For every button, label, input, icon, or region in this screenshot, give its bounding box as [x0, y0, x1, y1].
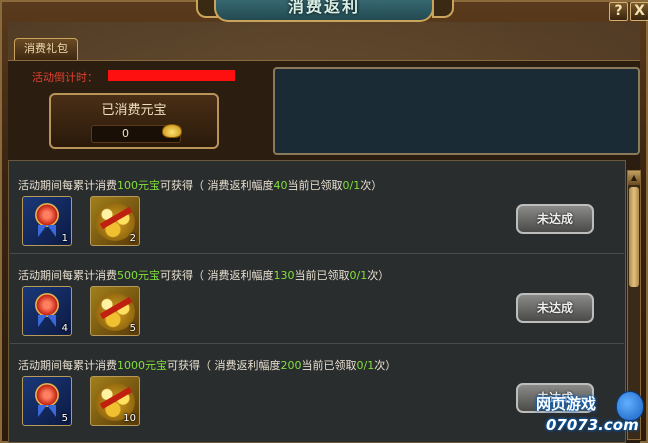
- coins-quantity: 10: [123, 413, 136, 424]
- row-prefix: 活动期间每累计消费: [18, 179, 117, 192]
- row-claim-count: 0/1: [356, 359, 375, 372]
- gold-ingot-icon: [162, 124, 182, 138]
- row-claim-count: 0/1: [342, 179, 361, 192]
- chevron-up-icon[interactable]: ▲: [628, 171, 640, 185]
- medal-reward[interactable]: 4: [22, 286, 72, 336]
- medal-icon: [35, 383, 59, 407]
- list-item: 活动期间每累计消费100元宝可获得（ 消费返利幅度40当前已领取0/1次） 1 …: [8, 160, 626, 250]
- medal-quantity: 5: [61, 413, 68, 424]
- row-prefix: 活动期间每累计消费: [18, 269, 117, 282]
- coins-reward[interactable]: 5: [90, 286, 140, 336]
- medal-reward[interactable]: 5: [22, 376, 72, 426]
- row-amount: 1000元宝: [117, 359, 167, 372]
- site-watermark: 网页游戏 07073.com: [514, 388, 648, 443]
- claim-button[interactable]: 未达成: [516, 293, 594, 323]
- row-mid: 可获得（ 消费返利幅度: [160, 179, 274, 192]
- coins-quantity: 5: [129, 323, 136, 334]
- scroll-thumb[interactable]: [629, 187, 639, 287]
- help-button[interactable]: ?: [609, 2, 628, 21]
- medal-ribbon: [38, 405, 56, 417]
- medal-icon: [35, 203, 59, 227]
- medal-ribbon: [38, 225, 56, 237]
- row-suffix: 次）: [360, 179, 383, 192]
- row-claim-text: 当前已领取: [294, 269, 350, 282]
- list-item: 活动期间每累计消费500元宝可获得（ 消费返利幅度130当前已领取0/1次） 4…: [8, 250, 626, 340]
- title-ornament-right: [432, 0, 454, 18]
- mascot-icon: [616, 391, 644, 421]
- coins-reward[interactable]: 10: [90, 376, 140, 426]
- coins-quantity: 2: [129, 233, 136, 244]
- row-claim-count: 0/1: [349, 269, 368, 282]
- window-title: 消费返利: [214, 0, 434, 22]
- row-suffix: 次）: [374, 359, 397, 372]
- row-rate: 200: [280, 359, 302, 372]
- medal-quantity: 1: [61, 233, 68, 244]
- medal-reward[interactable]: 1: [22, 196, 72, 246]
- row-rate: 40: [273, 179, 288, 192]
- medal-quantity: 4: [61, 323, 68, 334]
- countdown-label: 活动倒计时：: [32, 71, 98, 84]
- medal-ribbon: [38, 315, 56, 327]
- spent-summary-box: 已消费元宝 0: [49, 93, 219, 149]
- row-claim-text: 当前已领取: [301, 359, 357, 372]
- row-amount: 500元宝: [117, 269, 160, 282]
- info-panel: [273, 67, 640, 155]
- medal-icon: [35, 293, 59, 317]
- tab-consumption-gift[interactable]: 消费礼包: [14, 38, 78, 60]
- row-description: 活动期间每累计消费500元宝可获得（ 消费返利幅度130当前已领取0/1次）: [18, 267, 389, 283]
- claim-button[interactable]: 未达成: [516, 204, 594, 234]
- close-button[interactable]: X: [630, 2, 648, 21]
- row-mid: 可获得（ 消费返利幅度: [167, 359, 281, 372]
- spent-title: 已消费元宝: [101, 103, 167, 118]
- row-description: 活动期间每累计消费100元宝可获得（ 消费返利幅度40当前已领取0/1次）: [18, 177, 382, 193]
- row-amount: 100元宝: [117, 179, 160, 192]
- row-suffix: 次）: [367, 269, 390, 282]
- row-rate: 130: [273, 269, 295, 282]
- countdown-redacted-value: [108, 70, 235, 81]
- row-description: 活动期间每累计消费1000元宝可获得（ 消费返利幅度200当前已领取0/1次）: [18, 357, 396, 373]
- row-prefix: 活动期间每累计消费: [18, 359, 117, 372]
- row-mid: 可获得（ 消费返利幅度: [160, 269, 274, 282]
- coins-reward[interactable]: 2: [90, 196, 140, 246]
- watermark-line1: 网页游戏: [536, 395, 597, 413]
- row-claim-text: 当前已领取: [287, 179, 343, 192]
